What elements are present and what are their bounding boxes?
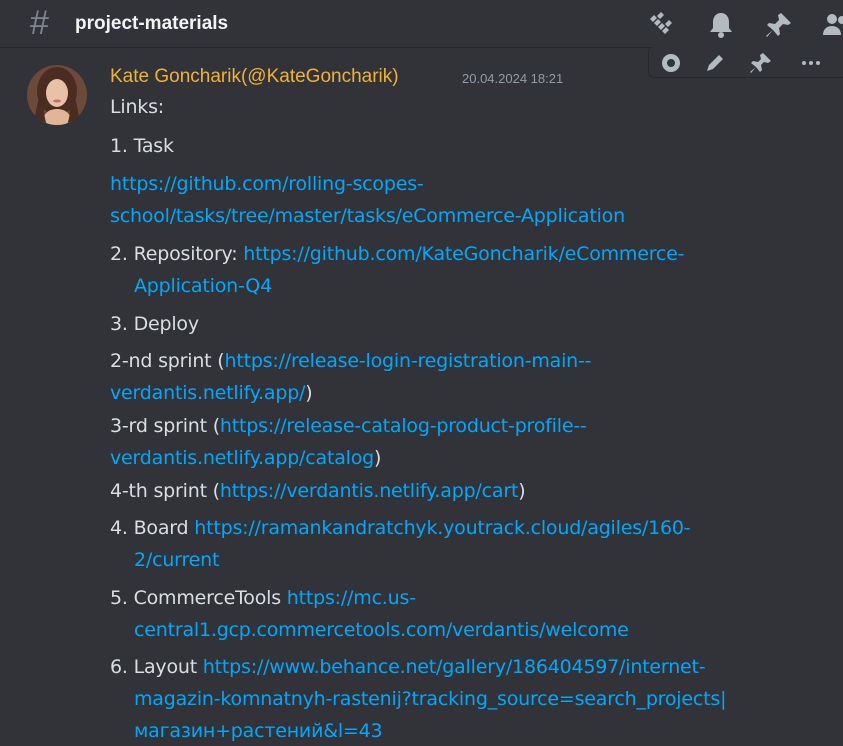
board-label: 4. Board <box>110 517 195 539</box>
task-link[interactable]: school/tasks/tree/master/tasks/eCommerce… <box>110 205 625 227</box>
commercetools-link[interactable]: central1.gcp.commercetools.com/verdantis… <box>134 619 629 641</box>
message-text: 6. Layout https://www.behance.net/galler… <box>110 656 706 678</box>
message-text: 5. CommerceTools https://mc.us- <box>110 587 416 609</box>
message-text: Links: <box>110 96 165 118</box>
repository-link[interactable]: Application-Q4 <box>134 275 272 297</box>
pin-icon[interactable] <box>764 10 794 40</box>
threads-icon[interactable] <box>645 10 675 40</box>
sprint2-link[interactable]: verdantis.netlify.app/ <box>110 382 305 404</box>
avatar-portrait-icon <box>27 65 87 125</box>
layout-label: 6. Layout <box>110 656 203 678</box>
sprint-label: 4-th sprint ( <box>110 480 220 502</box>
message-text: 2-nd sprint (https://release-login-regis… <box>110 350 592 372</box>
message-text: 2/current <box>134 549 219 571</box>
board-link[interactable]: 2/current <box>134 549 219 571</box>
paren-close: ) <box>518 480 526 502</box>
pin-icon[interactable] <box>749 51 773 75</box>
task-link: https://github.com/rolling-scopes- <box>110 173 424 195</box>
edit-icon[interactable] <box>703 51 727 75</box>
message-text: Application-Q4 <box>134 275 272 297</box>
message-text: магазин+растений&l=43 <box>134 720 383 742</box>
avatar[interactable] <box>27 65 87 125</box>
message-text: 4-th sprint (https://verdantis.netlify.a… <box>110 480 526 502</box>
members-icon[interactable] <box>820 10 843 40</box>
message-text: 3-rd sprint (https://release-catalog-pro… <box>110 415 587 437</box>
message-text: magazin-komnatnyh-rastenij?tracking_sour… <box>134 688 726 710</box>
sprint-label: 2-nd sprint ( <box>110 350 225 372</box>
message-timestamp: 20.04.2024 18:21 <box>462 71 564 86</box>
message-hover-actions <box>648 46 843 78</box>
more-icon[interactable] <box>799 51 823 75</box>
task-link: school/tasks/tree/master/tasks/eCommerce… <box>110 205 625 227</box>
layout-link[interactable]: magazin-komnatnyh-rastenij?tracking_sour… <box>134 688 726 710</box>
sprint3-link[interactable]: https://release-catalog-product-profile-… <box>220 415 587 437</box>
paren-close: ) <box>374 447 382 469</box>
sprint-label: 3-rd sprint ( <box>110 415 220 437</box>
sprint3-link[interactable]: verdantis.netlify.app/catalog <box>110 447 374 469</box>
message-text: 1. Task <box>110 135 174 157</box>
sprint4-link[interactable]: https://verdantis.netlify.app/cart <box>220 480 519 502</box>
commercetools-label: 5. CommerceTools <box>110 587 287 609</box>
author-name[interactable]: Kate Goncharik(@KateGoncharik) <box>110 66 399 88</box>
message-text: verdantis.netlify.app/) <box>110 382 313 404</box>
board-link[interactable]: https://ramankandratchyk.youtrack.cloud/… <box>194 517 690 539</box>
message-text: 3. Deploy <box>110 313 199 335</box>
commercetools-link[interactable]: https://mc.us- <box>287 587 416 609</box>
task-link[interactable]: https://github.com/rolling-scopes- <box>110 173 424 195</box>
layout-link[interactable]: https://www.behance.net/gallery/18640459… <box>203 656 706 678</box>
layout-link[interactable]: магазин+растений&l=43 <box>134 720 383 742</box>
message-text: verdantis.netlify.app/catalog) <box>110 447 381 469</box>
bell-icon[interactable] <box>706 10 736 40</box>
message-text: 2. Repository: https://github.com/KateGo… <box>110 243 685 265</box>
channel-hash-icon: # <box>30 4 49 42</box>
add-reaction-icon[interactable] <box>659 51 683 75</box>
message-text: 4. Board https://ramankandratchyk.youtra… <box>110 517 691 539</box>
message-text: central1.gcp.commercetools.com/verdantis… <box>134 619 629 641</box>
channel-name: project-materials <box>75 13 229 34</box>
repo-label: 2. Repository: <box>110 243 244 265</box>
paren-close: ) <box>305 382 313 404</box>
repository-link[interactable]: https://github.com/KateGoncharik/eCommer… <box>243 243 684 265</box>
sprint2-link[interactable]: https://release-login-registration-main-… <box>224 350 591 372</box>
